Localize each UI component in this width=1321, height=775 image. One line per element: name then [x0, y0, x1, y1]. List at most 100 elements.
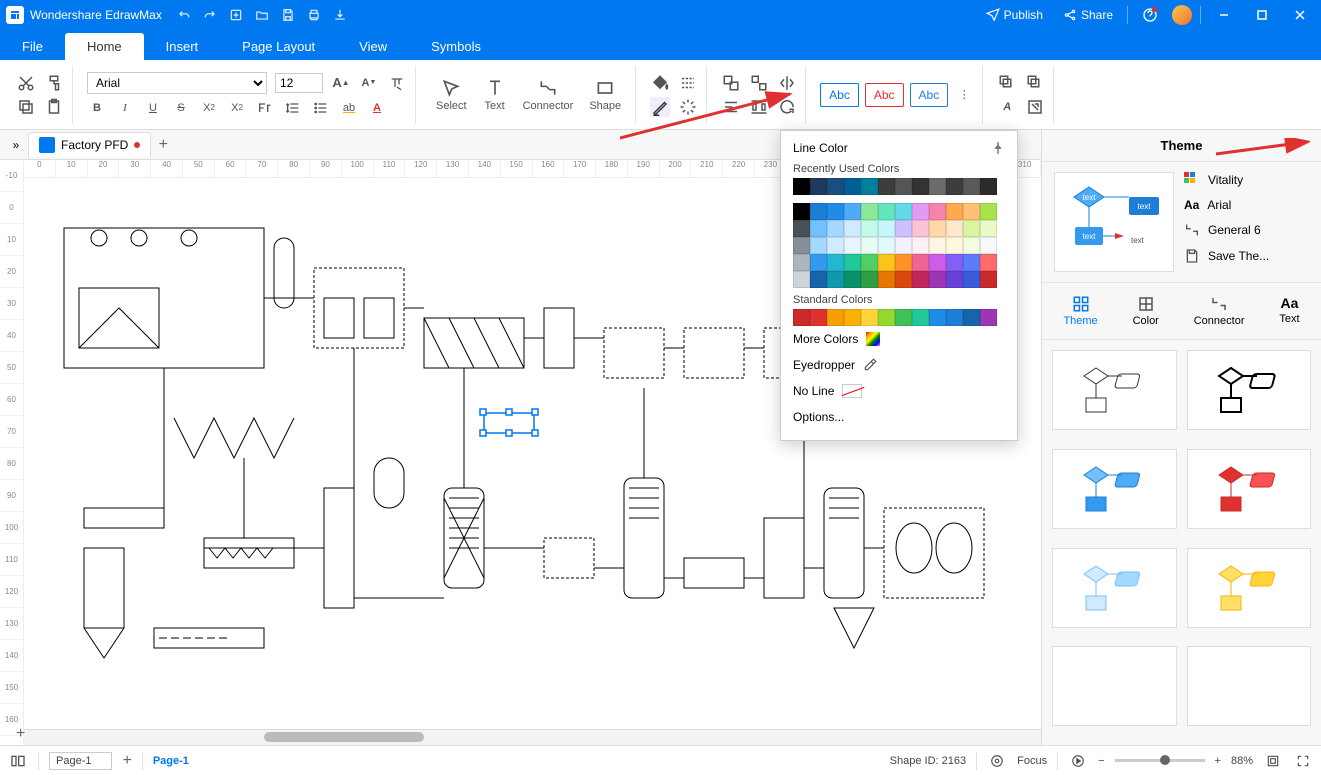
select-tool[interactable]: Select [430, 76, 473, 114]
color-swatch[interactable] [946, 203, 963, 220]
menu-file[interactable]: File [0, 33, 65, 60]
minimize-button[interactable] [1209, 1, 1239, 29]
page-name[interactable]: Page-1 [153, 755, 189, 767]
color-swatch[interactable] [844, 309, 861, 326]
subtab-theme[interactable]: Theme [1059, 291, 1101, 331]
color-swatch[interactable] [912, 309, 929, 326]
style-preset-1[interactable]: Abc [820, 83, 859, 107]
color-swatch[interactable] [827, 254, 844, 271]
subtab-text[interactable]: AaText [1275, 291, 1303, 331]
color-swatch[interactable] [980, 178, 997, 195]
color-swatch[interactable] [861, 220, 878, 237]
color-swatch[interactable] [980, 220, 997, 237]
color-swatch[interactable] [878, 254, 895, 271]
fill-color-icon[interactable] [650, 73, 670, 93]
ungroup-icon[interactable] [749, 73, 769, 93]
color-swatch[interactable] [793, 254, 810, 271]
color-swatch[interactable] [929, 254, 946, 271]
new-tab-button[interactable]: + [151, 136, 175, 154]
color-swatch[interactable] [793, 220, 810, 237]
zoom-out-icon[interactable]: − [1098, 755, 1104, 767]
color-swatch[interactable] [980, 309, 997, 326]
color-swatch[interactable] [929, 309, 946, 326]
color-swatch[interactable] [963, 254, 980, 271]
document-tab[interactable]: Factory PFD [28, 132, 151, 157]
color-swatch[interactable] [793, 203, 810, 220]
style-preset-3[interactable]: Abc [910, 83, 949, 107]
close-button[interactable] [1285, 1, 1315, 29]
color-swatch[interactable] [895, 203, 912, 220]
publish-button[interactable]: Publish [980, 8, 1049, 22]
color-swatch[interactable] [827, 178, 844, 195]
color-swatch[interactable] [793, 271, 810, 288]
color-swatch[interactable] [878, 203, 895, 220]
theme-card[interactable] [1052, 646, 1177, 726]
color-swatch[interactable] [912, 203, 929, 220]
rotate-icon[interactable] [777, 97, 797, 117]
color-swatch[interactable] [946, 309, 963, 326]
subscript-icon[interactable]: X2 [227, 98, 247, 118]
theme-card[interactable] [1187, 548, 1312, 628]
menu-view[interactable]: View [337, 33, 409, 60]
superscript-icon[interactable]: X2 [199, 98, 219, 118]
color-swatch[interactable] [912, 254, 929, 271]
color-swatch[interactable] [980, 271, 997, 288]
size-icon[interactable] [1025, 97, 1045, 117]
copy-icon[interactable] [16, 97, 36, 117]
fullscreen-icon[interactable] [1293, 751, 1313, 771]
color-swatch[interactable] [929, 237, 946, 254]
menu-home[interactable]: Home [65, 33, 144, 60]
effects-icon[interactable] [678, 97, 698, 117]
color-swatch[interactable] [895, 309, 912, 326]
fit-page-icon[interactable] [1263, 751, 1283, 771]
theme-connector[interactable]: General 6 [1184, 222, 1269, 238]
export-icon[interactable] [332, 7, 348, 23]
menu-symbols[interactable]: Symbols [409, 33, 503, 60]
color-swatch[interactable] [946, 237, 963, 254]
help-icon[interactable] [1136, 7, 1164, 23]
play-icon[interactable] [1068, 751, 1088, 771]
color-swatch[interactable] [963, 237, 980, 254]
line-color-icon[interactable] [650, 97, 670, 117]
focus-icon[interactable] [987, 751, 1007, 771]
line-spacing-icon[interactable] [283, 98, 303, 118]
theme-vitality[interactable]: Vitality [1184, 172, 1269, 188]
font-size-input[interactable] [275, 73, 323, 93]
text-style-icon[interactable]: A [997, 97, 1017, 117]
color-swatch[interactable] [963, 309, 980, 326]
bold-icon[interactable]: B [87, 98, 107, 118]
color-swatch[interactable] [861, 271, 878, 288]
color-swatch[interactable] [878, 220, 895, 237]
case-icon[interactable] [255, 98, 275, 118]
bring-front-icon[interactable] [997, 73, 1017, 93]
highlight-icon[interactable]: ab [339, 98, 359, 118]
theme-card[interactable] [1187, 350, 1312, 430]
font-select[interactable]: Arial [87, 72, 267, 94]
color-swatch[interactable] [844, 220, 861, 237]
more-colors-option[interactable]: More Colors [793, 326, 1005, 352]
color-swatch[interactable] [810, 254, 827, 271]
line-style-icon[interactable] [678, 73, 698, 93]
color-swatch[interactable] [844, 254, 861, 271]
distribute-icon[interactable] [749, 97, 769, 117]
theme-card[interactable] [1052, 350, 1177, 430]
maximize-button[interactable] [1247, 1, 1277, 29]
expand-panels-icon[interactable]: » [4, 138, 28, 152]
color-swatch[interactable] [929, 178, 946, 195]
font-color-icon[interactable]: A [367, 98, 387, 118]
no-line-option[interactable]: No Line [793, 378, 1005, 404]
page-selector[interactable]: Page-1 [49, 752, 112, 770]
color-swatch[interactable] [793, 309, 810, 326]
color-swatch[interactable] [929, 271, 946, 288]
theme-card[interactable] [1187, 449, 1312, 529]
shape-tool[interactable]: Shape [583, 76, 627, 114]
add-color-icon[interactable]: + [16, 725, 25, 743]
align-icon[interactable] [721, 97, 741, 117]
color-swatch[interactable] [980, 203, 997, 220]
color-swatch[interactable] [827, 237, 844, 254]
theme-card[interactable] [1052, 548, 1177, 628]
color-swatch[interactable] [895, 237, 912, 254]
text-tool[interactable]: Text [477, 76, 513, 114]
color-swatch[interactable] [878, 271, 895, 288]
share-button[interactable]: Share [1057, 8, 1119, 22]
